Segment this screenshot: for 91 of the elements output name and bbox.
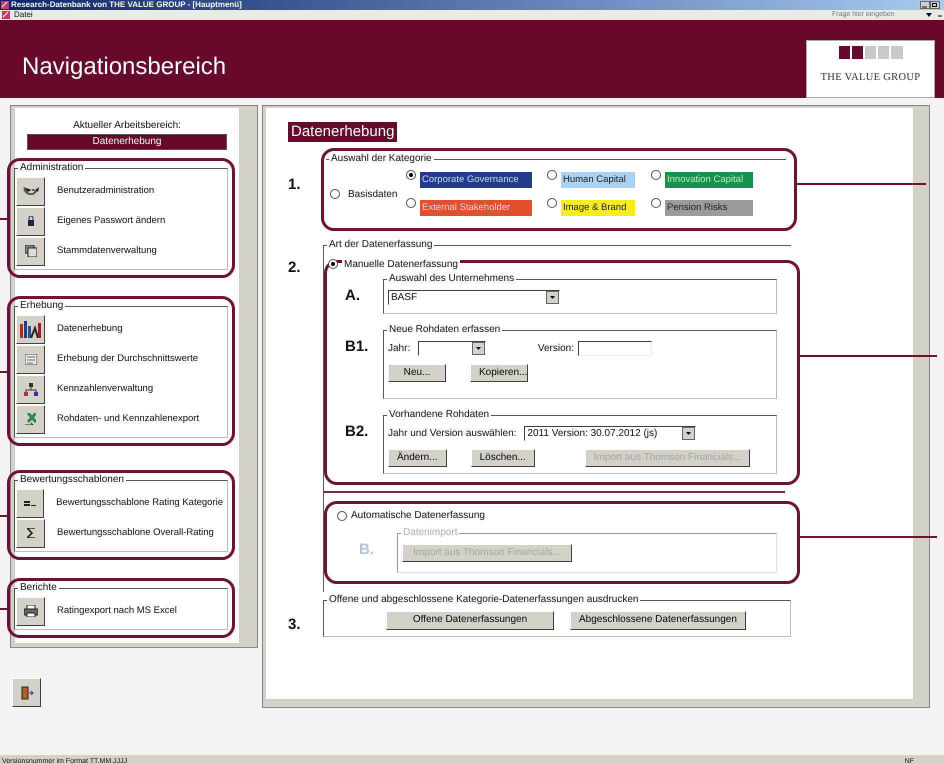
radio-button[interactable] [328, 259, 338, 269]
icon-button[interactable] [16, 596, 45, 626]
door-exit-icon [18, 684, 34, 700]
exit-button[interactable] [12, 678, 41, 707]
page-title: Navigationsbereich [22, 52, 226, 82]
windows-icon [24, 245, 36, 257]
icon-button[interactable] [16, 314, 45, 344]
group-title: Auswahl der Kategorie [329, 153, 434, 165]
lock-icon [28, 216, 34, 226]
caret-icon[interactable] [682, 427, 696, 440]
restore-button[interactable] [930, 1, 940, 9]
nav-item-label: Kennzahlenverwaltung [57, 382, 154, 396]
section-number: 3. [288, 615, 302, 635]
group-title: Art der Datenerfassung [327, 239, 434, 251]
radio-button[interactable] [406, 198, 416, 208]
menu-item[interactable]: Datei [14, 10, 33, 20]
category-label: External Stakeholder [420, 200, 532, 216]
nav-item-label: Stammdatenverwaltung [57, 244, 157, 258]
field-label: Version: [538, 342, 574, 356]
group-title: Erhebung [18, 300, 66, 312]
window-title: Research-Datenbank von THE VALUE GROUP - [Hauptmenü] [11, 0, 242, 10]
version-field[interactable] [578, 341, 652, 356]
nav-item-label: Bewertungsschablone Rating Kategorie [56, 496, 223, 510]
year-dropdown[interactable] [418, 341, 486, 356]
nav-item-label: Rohdaten- und Kennzahlenexport [57, 412, 200, 426]
action-button[interactable]: Ändern... [388, 449, 447, 467]
version-dropdown[interactable]: 2011 Version: 30.07.2012 (js) [524, 426, 696, 441]
group-title: Datenimport [401, 527, 460, 539]
option-label: Manuelle Datenerfassung [342, 256, 460, 272]
icon-button[interactable] [16, 236, 45, 266]
icon-button[interactable] [16, 404, 45, 434]
action-button[interactable]: Löschen... [470, 449, 535, 467]
printer-icon [24, 605, 38, 617]
category-label: Image & Brand [561, 200, 635, 216]
caret-icon[interactable] [472, 342, 486, 355]
action-button[interactable]: Abgeschlossene Datenerfassungen [570, 611, 746, 630]
radio-button[interactable] [651, 198, 661, 208]
form-heading: Datenerhebung [288, 122, 398, 142]
logo-squares-icon [838, 46, 902, 58]
section-number: 1. [288, 175, 302, 195]
nav-item-label: Benutzeradministration [57, 184, 154, 198]
icon-button[interactable] [16, 374, 45, 404]
radio-button[interactable] [651, 170, 661, 180]
section-marker: B2. [345, 422, 370, 442]
nav-item-label: Eigenes Passwort ändern [57, 214, 166, 228]
nav-item-label: Ratingexport nach MS Excel [57, 604, 177, 618]
section-number: 2. [288, 258, 302, 278]
section-marker: B1. [345, 337, 370, 357]
action-button[interactable]: Kopieren... [470, 364, 528, 382]
radio-button[interactable] [547, 170, 557, 180]
icon-button[interactable] [16, 206, 45, 236]
option-label: Automatische Datenerfassung [351, 509, 485, 523]
option-label: Basisdaten [348, 188, 398, 202]
caret-icon[interactable] [546, 291, 559, 304]
category-label: Pension Risks [665, 200, 753, 216]
action-button[interactable]: Offene Datenerfassungen [386, 611, 554, 630]
group-title: Offene und abgeschlossene Kategorie-Datenerfassungen ausdrucken [327, 594, 640, 606]
field-label: Jahr und Version auswählen: [388, 427, 516, 441]
form-icon [24, 354, 36, 364]
nav-item-label: Bewertungsschablone Overall-Rating [57, 526, 214, 540]
workspace-label: Aktueller Arbeitsbereich: [72, 119, 182, 133]
equals-icon [24, 500, 36, 506]
icon-button[interactable] [16, 518, 45, 548]
radio-button[interactable] [406, 170, 416, 180]
section-marker: A. [345, 286, 361, 306]
books-chart-icon [20, 320, 41, 338]
radio-button[interactable] [330, 189, 340, 199]
field-label: Jahr: [388, 342, 410, 356]
logo-text: THE VALUE GROUP [820, 70, 920, 84]
caret-icon[interactable] [926, 12, 932, 18]
icon-button[interactable] [16, 488, 44, 518]
group-title: Bewertungsschablonen [18, 474, 126, 486]
radio-button[interactable] [547, 198, 557, 208]
hierarchy-icon [24, 382, 38, 396]
section-marker: B. [359, 540, 375, 560]
nav-item-label: Erhebung der Durchschnittswerte [57, 352, 198, 366]
company-dropdown[interactable]: BASF [388, 290, 560, 305]
action-button[interactable]: Neu... [388, 364, 446, 382]
category-label: Corporate Governance [420, 172, 532, 188]
sigma-icon [26, 528, 34, 538]
icon-button[interactable] [16, 176, 45, 206]
radio-button[interactable] [337, 510, 347, 520]
export-icon [25, 413, 36, 425]
category-label: Innovation Capital [665, 172, 753, 188]
icon-button[interactable] [16, 344, 45, 374]
category-label: Human Capital [561, 172, 635, 188]
app-icon [2, 11, 10, 19]
workspace-value: Datenerhebung [27, 134, 227, 150]
minimize-button[interactable] [920, 1, 930, 9]
app-icon [1, 1, 9, 9]
nav-item-label: Datenerhebung [57, 322, 122, 336]
